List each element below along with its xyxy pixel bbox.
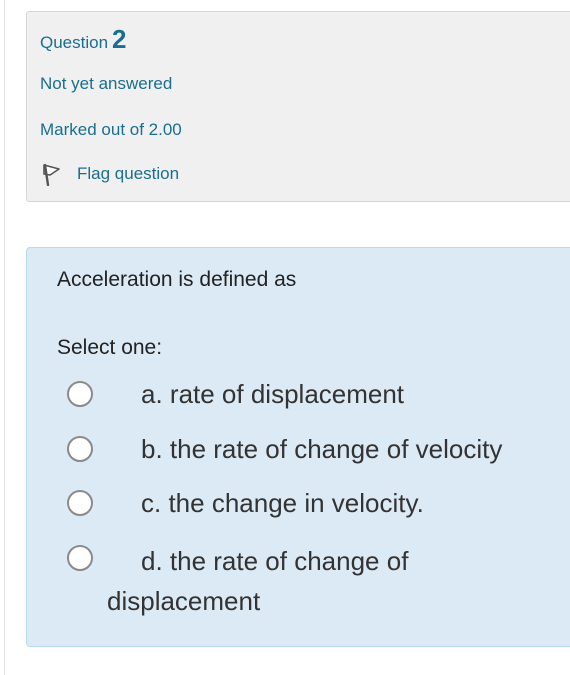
select-prompt: Select one: [57,336,163,359]
question-number: 2 [112,24,127,54]
answer-option-a-label[interactable]: a. rate of displacement [141,377,404,411]
question-content-panel: Acceleration is defined as Select one: a… [26,247,570,647]
question-status: Not yet answered [40,74,173,93]
radio-button-b[interactable] [67,436,93,462]
radio-button-c[interactable] [67,490,93,516]
question-heading: Question 2 [40,24,127,55]
flag-question-link[interactable]: Flag question [41,162,179,186]
question-label: Question [40,33,109,52]
question-text: Acceleration is defined as [57,268,297,291]
radio-button-a[interactable] [67,381,93,407]
radio-button-d[interactable] [67,545,93,571]
page-left-border [4,0,5,675]
question-info-panel: Question 2 Not yet answered Marked out of… [26,11,570,202]
flag-icon [41,162,63,186]
question-marks: Marked out of 2.00 [40,120,182,139]
flag-question-label: Flag question [77,164,180,183]
answer-option-b-label[interactable]: b. the rate of change of velocity [141,432,502,466]
answer-option-c-label[interactable]: c. the change in velocity. [141,486,424,520]
answer-option-d-label[interactable]: d. the rate of change of displacement [107,541,547,621]
